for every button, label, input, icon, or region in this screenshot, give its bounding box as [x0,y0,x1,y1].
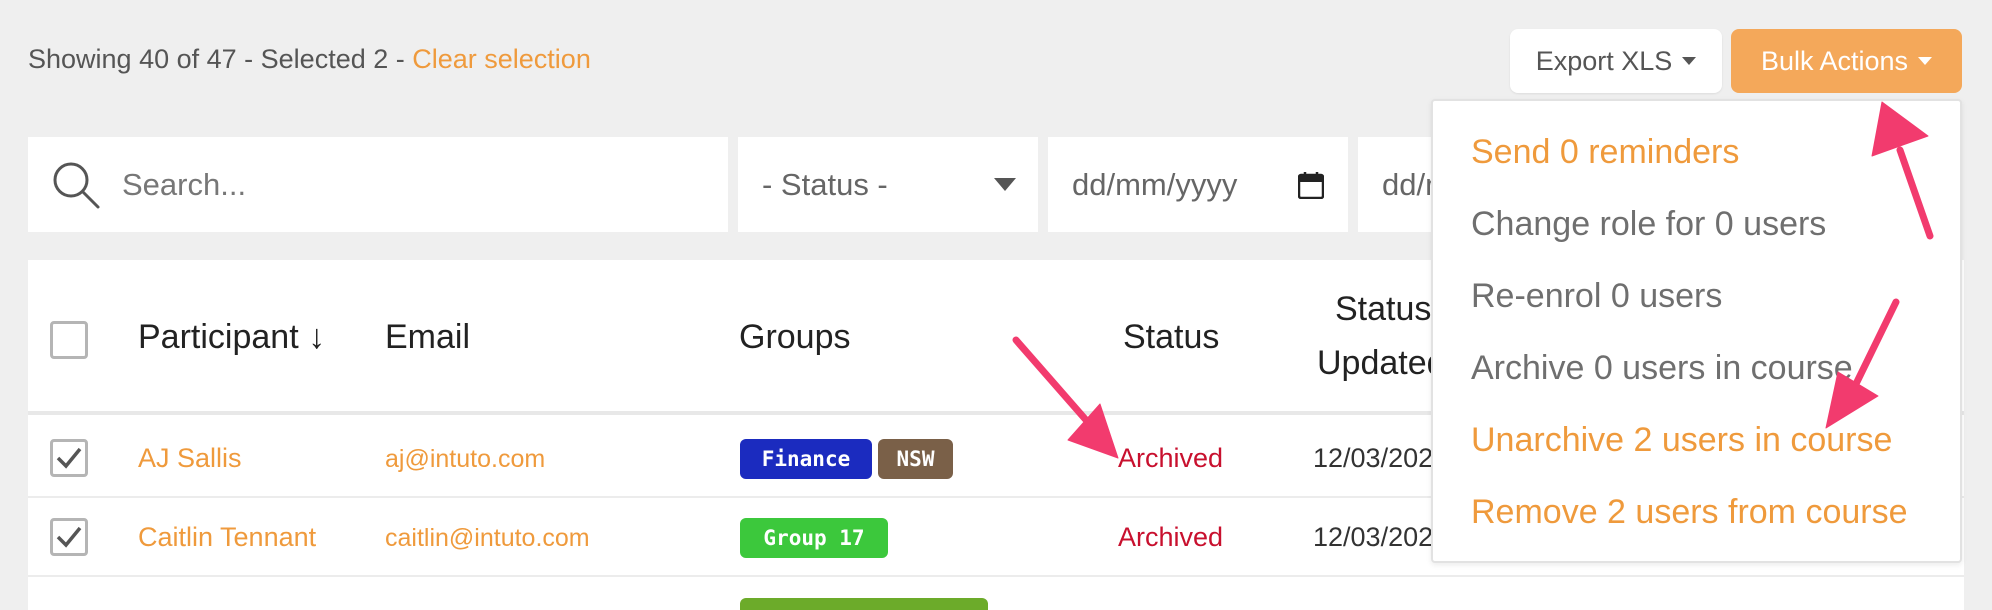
participant-email-link[interactable]: caitlin@intuto.com [385,524,590,553]
column-header-email[interactable]: Email [385,318,470,357]
row-checkbox-checked[interactable] [50,439,88,477]
bulk-actions-label: Bulk Actions [1760,45,1909,76]
search-icon [53,162,100,208]
menu-item-send-reminders[interactable]: Send 0 reminders [1471,133,1739,172]
menu-item-change-role[interactable]: Change role for 0 users [1471,205,1826,244]
participant-email-link[interactable]: aj@intuto.com [385,445,545,474]
search-input[interactable]: Search... [28,137,728,232]
column-header-status-updated-line2[interactable]: Updated [1317,344,1446,383]
column-header-status[interactable]: Status [1123,318,1219,357]
column-header-participant-label: Participant [138,318,299,356]
menu-item-unarchive[interactable]: Unarchive 2 users in course [1471,421,1892,460]
chevron-down-icon [994,177,1016,191]
checkmark-icon [56,447,82,469]
group-badge: NSW [878,439,953,479]
chevron-down-icon [1682,57,1697,65]
status-filter-value: - Status - [762,166,888,202]
select-all-checkbox[interactable] [50,321,88,359]
participant-name-link[interactable]: Caitlin Tennant [138,522,316,553]
bulk-actions-button[interactable]: Bulk Actions [1731,29,1962,93]
menu-item-archive[interactable]: Archive 0 users in course [1471,349,1853,388]
selection-summary-text: Showing 40 of 47 - Selected 2 - [28,44,413,74]
group-badge: Finance [740,439,872,479]
group-badge-partial [740,598,988,610]
column-header-status-updated-line1[interactable]: Status [1335,290,1431,329]
status-value: Archived [1118,522,1224,552]
participant-name-link[interactable]: AJ Sallis [138,443,242,474]
search-placeholder: Search... [122,166,247,202]
column-header-groups[interactable]: Groups [739,318,851,357]
status-filter-select[interactable]: - Status - [738,137,1038,232]
status-updated-value: 12/03/2020 [1313,443,1443,473]
checkmark-icon [56,526,82,548]
column-header-participant[interactable]: Participant ↓ [138,318,325,357]
chevron-down-icon [1918,57,1933,65]
date-from-placeholder: dd/mm/yyyy [1072,166,1238,202]
date-from-input[interactable]: dd/mm/yyyy [1048,137,1348,232]
row-checkbox-checked[interactable] [50,518,88,556]
menu-item-re-enrol[interactable]: Re-enrol 0 users [1471,277,1722,316]
status-updated-value: 12/03/2020 [1313,522,1443,552]
selection-summary: Showing 40 of 47 - Selected 2 - Clear se… [28,44,591,75]
calendar-icon [1298,171,1324,199]
export-xls-label: Export XLS [1535,45,1673,76]
export-xls-button[interactable]: Export XLS [1510,29,1722,93]
bulk-actions-menu: Send 0 reminders Change role for 0 users… [1431,99,1962,563]
menu-item-remove[interactable]: Remove 2 users from course [1471,493,1908,532]
status-value: Archived [1118,443,1224,473]
group-badge: Group 17 [740,518,888,558]
clear-selection-link[interactable]: Clear selection [412,44,591,74]
sort-down-icon: ↓ [308,318,326,356]
